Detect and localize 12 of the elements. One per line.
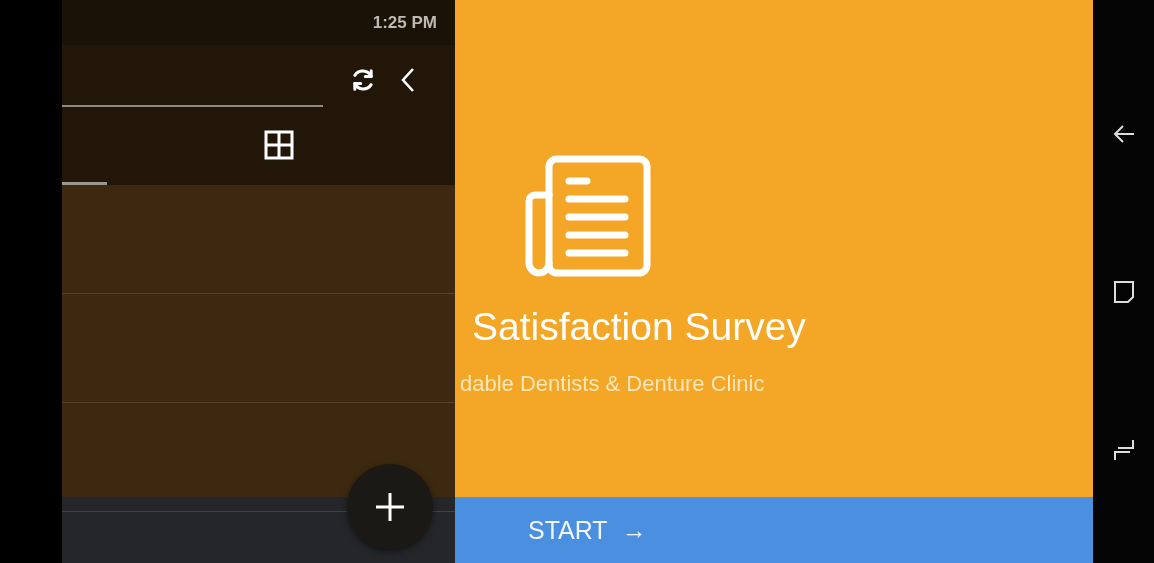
grid-icon[interactable] [263,130,294,160]
document-icon [524,155,651,277]
back-arrow-icon[interactable] [1112,124,1135,144]
survey-title: Satisfaction Survey [472,305,806,349]
tab-indicator [62,182,107,185]
survey-subtitle: dable Dentists & Denture Clinic [460,371,765,397]
plus-icon [375,492,405,522]
back-chevron-icon[interactable] [401,67,415,93]
recents-icon[interactable] [1113,439,1134,461]
add-button[interactable] [347,464,433,550]
start-button[interactable]: START → [524,511,651,549]
status-time: 1:25 PM [372,12,437,33]
